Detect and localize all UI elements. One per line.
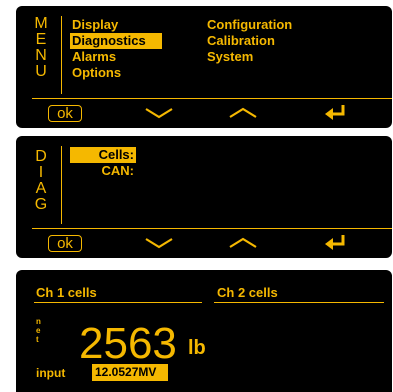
menu-item-calibration[interactable]: Calibration [205, 33, 277, 49]
ok-button[interactable]: ok [48, 235, 82, 252]
side-letter: N [35, 47, 47, 64]
enter-arrow-icon[interactable] [323, 234, 347, 250]
softkey-bar: ok [16, 101, 392, 127]
side-letter: D [35, 148, 47, 165]
menu-item-display[interactable]: Display [70, 17, 120, 33]
menu-item-diagnostics[interactable]: Diagnostics [70, 33, 162, 49]
divider [61, 16, 62, 94]
side-letter: E [35, 31, 47, 48]
diag-screen: D I A G Cells: CAN: ok [16, 136, 392, 258]
weight-unit: lb [188, 337, 206, 359]
menu-side-label: M E N U [34, 16, 48, 80]
menu-item-system[interactable]: System [205, 49, 255, 65]
weight-value: 2563 [79, 319, 177, 368]
menu-item-options[interactable]: Options [70, 65, 123, 81]
ok-button[interactable]: ok [48, 105, 82, 122]
side-letter: U [35, 63, 47, 80]
softkey-bar: ok [16, 231, 392, 257]
side-letter: M [34, 15, 48, 32]
menu-screen: M E N U Display Diagnostics Alarms Optio… [16, 6, 392, 128]
diag-item-can[interactable]: CAN: [70, 163, 136, 179]
input-value: 12.0527MV [92, 364, 168, 381]
net-letter: e [36, 326, 41, 335]
side-letter: I [38, 164, 44, 181]
divider [32, 228, 392, 229]
divider [32, 98, 392, 99]
net-letter: t [36, 335, 39, 344]
chevron-up-icon[interactable] [228, 106, 258, 120]
ch1-title: Ch 1 cells [36, 285, 97, 300]
net-letter: n [36, 317, 41, 326]
ch2-title: Ch 2 cells [217, 285, 278, 300]
side-letter: A [35, 180, 47, 197]
menu-item-alarms[interactable]: Alarms [70, 49, 118, 65]
divider [61, 146, 62, 224]
divider [34, 302, 202, 303]
cells-screen: Ch 1 cells Ch 2 cells n e t 2563 lb inpu… [16, 270, 392, 392]
chevron-down-icon[interactable] [144, 236, 174, 250]
divider [214, 302, 384, 303]
menu-item-configuration[interactable]: Configuration [205, 17, 294, 33]
diag-side-label: D I A G [34, 149, 48, 213]
enter-arrow-icon[interactable] [323, 104, 347, 120]
chevron-up-icon[interactable] [228, 236, 258, 250]
net-label: n e t [36, 317, 41, 344]
side-letter: G [34, 196, 48, 213]
input-label: input [36, 366, 66, 380]
chevron-down-icon[interactable] [144, 106, 174, 120]
diag-item-cells[interactable]: Cells: [70, 147, 136, 163]
